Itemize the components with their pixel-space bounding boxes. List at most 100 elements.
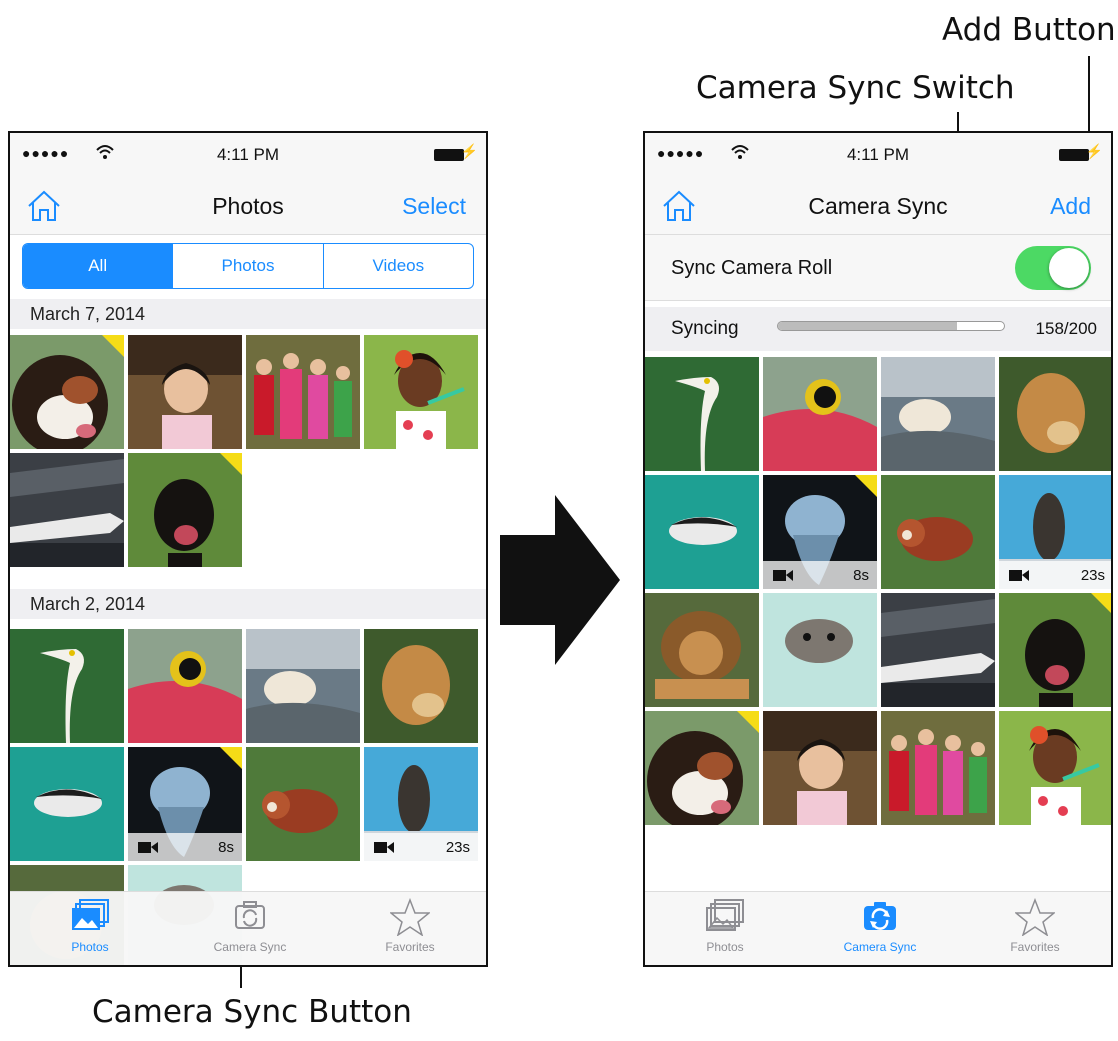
camera-sync-switch-callout: Camera Sync Switch bbox=[696, 70, 1015, 106]
sync-camera-roll-row: Sync Camera Roll bbox=[645, 235, 1111, 301]
photo-thumbnail-red-panda[interactable] bbox=[246, 747, 360, 861]
favorite-corner-flag bbox=[102, 335, 124, 357]
video-info-bar: 23s bbox=[364, 833, 478, 861]
sync-progress-count: 158/200 bbox=[1035, 319, 1097, 338]
tab-label: Favorites bbox=[1010, 940, 1060, 954]
switch-knob bbox=[1049, 248, 1089, 288]
video-camera-icon bbox=[138, 842, 158, 853]
segment-videos[interactable]: Videos bbox=[324, 244, 473, 288]
photo-thumbnail-lioness[interactable] bbox=[999, 357, 1111, 471]
photo-thumbnail-penguin[interactable] bbox=[10, 747, 124, 861]
video-camera-icon bbox=[1009, 570, 1029, 581]
favorite-corner-flag bbox=[855, 475, 877, 497]
favorite-corner-flag bbox=[220, 453, 242, 475]
nav-bar: Camera Sync Add bbox=[645, 177, 1111, 235]
photo-thumbnail-egret[interactable] bbox=[645, 357, 759, 471]
video-info-bar: 23s bbox=[999, 561, 1111, 589]
sync-camera-roll-label: Sync Camera Roll bbox=[671, 257, 833, 279]
syncing-progress-row: Syncing 158/200 bbox=[645, 307, 1111, 351]
photo-thumbnail-red-panda[interactable] bbox=[881, 475, 995, 589]
phone-screen-camera-sync: ●●●●● 4:11 PM ⚡ Camera Sync Add Sync Cam… bbox=[643, 131, 1113, 967]
tab-favorites[interactable]: Favorites bbox=[330, 892, 486, 965]
phone-screen-photos: ●●●●● 4:11 PM ⚡ Photos Select All Photos… bbox=[8, 131, 488, 967]
charging-icon: ⚡ bbox=[1085, 143, 1103, 159]
status-bar: ●●●●● 4:11 PM ⚡ bbox=[645, 133, 1111, 177]
video-duration: 8s bbox=[218, 839, 234, 856]
status-time: 4:11 PM bbox=[216, 145, 280, 164]
photo-thumbnail-dog[interactable] bbox=[645, 711, 759, 825]
video-thumbnail-jellyfish[interactable]: 8s bbox=[128, 747, 242, 861]
photo-thumbnail-girl[interactable] bbox=[763, 711, 877, 825]
tab-label: Camera Sync bbox=[213, 940, 287, 954]
star-icon bbox=[1015, 898, 1055, 936]
tab-bar: Photos Camera Sync Favorites bbox=[10, 891, 486, 965]
camera-sync-button-callout: Camera Sync Button bbox=[92, 994, 412, 1030]
select-button[interactable]: Select bbox=[402, 193, 466, 220]
photo-thumbnail-dog[interactable] bbox=[10, 335, 124, 449]
nav-bar: Photos Select bbox=[10, 177, 486, 235]
camera-sync-switch[interactable] bbox=[1015, 246, 1091, 290]
tab-label: Photos bbox=[71, 940, 109, 954]
video-thumbnail-sea-lion[interactable]: 23s bbox=[999, 475, 1111, 589]
section-header-date: March 7, 2014 bbox=[10, 299, 486, 329]
photo-thumbnail-lioness[interactable] bbox=[364, 629, 478, 743]
photo-thumbnail-bubbles-girl[interactable] bbox=[999, 711, 1111, 825]
add-button[interactable]: Add bbox=[1050, 193, 1091, 220]
battery-icon bbox=[1059, 149, 1089, 161]
tab-favorites[interactable]: Favorites bbox=[955, 892, 1111, 965]
video-camera-icon bbox=[773, 570, 793, 581]
photo-thumbnail-costumes[interactable] bbox=[881, 711, 995, 825]
video-duration: 23s bbox=[1080, 567, 1105, 584]
status-bar: ●●●●● 4:11 PM ⚡ bbox=[10, 133, 486, 177]
photo-thumbnail-polar-bear[interactable] bbox=[881, 357, 995, 471]
photo-thumbnail-bubbles-girl[interactable] bbox=[364, 335, 478, 449]
tab-bar: Photos Camera Sync Favorites bbox=[645, 891, 1111, 965]
tab-photos[interactable]: Photos bbox=[10, 892, 170, 965]
tab-camera-sync[interactable]: Camera Sync bbox=[170, 892, 330, 965]
photos-icon bbox=[706, 899, 744, 931]
page-title: Camera Sync bbox=[808, 193, 948, 219]
photo-thumbnail-girl[interactable] bbox=[128, 335, 242, 449]
photos-icon bbox=[72, 899, 109, 930]
photo-thumbnail-seal[interactable] bbox=[763, 593, 877, 707]
tab-label: Favorites bbox=[385, 940, 435, 954]
charging-icon: ⚡ bbox=[460, 143, 478, 159]
photo-thumbnail-egret[interactable] bbox=[10, 629, 124, 743]
photo-thumbnail-shuttle[interactable] bbox=[881, 593, 995, 707]
video-thumbnail-jellyfish[interactable]: 8s bbox=[763, 475, 877, 589]
add-button-callout: Add Button bbox=[942, 12, 1116, 48]
camera-sync-icon bbox=[864, 902, 896, 930]
favorite-corner-flag bbox=[737, 711, 759, 733]
photo-thumbnail-shuttle[interactable] bbox=[10, 453, 124, 567]
video-info-bar: 8s bbox=[763, 561, 877, 589]
photo-thumbnail-black-dog[interactable] bbox=[128, 453, 242, 567]
segment-all[interactable]: All bbox=[23, 244, 174, 288]
sync-progress-fill bbox=[778, 322, 957, 330]
photo-thumbnail-bird-eye[interactable] bbox=[763, 357, 877, 471]
camera-sync-icon bbox=[235, 901, 265, 929]
segment-photos[interactable]: Photos bbox=[173, 244, 324, 288]
photo-thumbnail-penguin[interactable] bbox=[645, 475, 759, 589]
photo-thumbnail-bird-eye[interactable] bbox=[128, 629, 242, 743]
favorite-corner-flag bbox=[1091, 593, 1111, 615]
photo-thumbnail-costumes[interactable] bbox=[246, 335, 360, 449]
tab-camera-sync[interactable]: Camera Sync bbox=[800, 892, 960, 965]
tab-photos[interactable]: Photos bbox=[645, 892, 805, 965]
section-header-date: March 2, 2014 bbox=[10, 589, 486, 619]
star-icon bbox=[390, 898, 430, 936]
photo-thumbnail-lion[interactable] bbox=[645, 593, 759, 707]
filter-segmented-control: All Photos Videos bbox=[22, 243, 474, 289]
tab-label: Camera Sync bbox=[843, 940, 917, 954]
photo-thumbnail-polar-bear[interactable] bbox=[246, 629, 360, 743]
battery-icon bbox=[434, 149, 464, 161]
video-thumbnail-sea-lion[interactable]: 23s bbox=[364, 747, 478, 861]
sync-progress-bar bbox=[777, 321, 1005, 331]
status-time: 4:11 PM bbox=[846, 145, 910, 164]
video-duration: 8s bbox=[853, 567, 869, 584]
tab-label: Photos bbox=[706, 940, 744, 954]
video-info-bar: 8s bbox=[128, 833, 242, 861]
photo-thumbnail-black-dog[interactable] bbox=[999, 593, 1111, 707]
favorite-corner-flag bbox=[220, 747, 242, 769]
transition-arrow-icon bbox=[500, 495, 620, 665]
syncing-label: Syncing bbox=[671, 318, 739, 339]
